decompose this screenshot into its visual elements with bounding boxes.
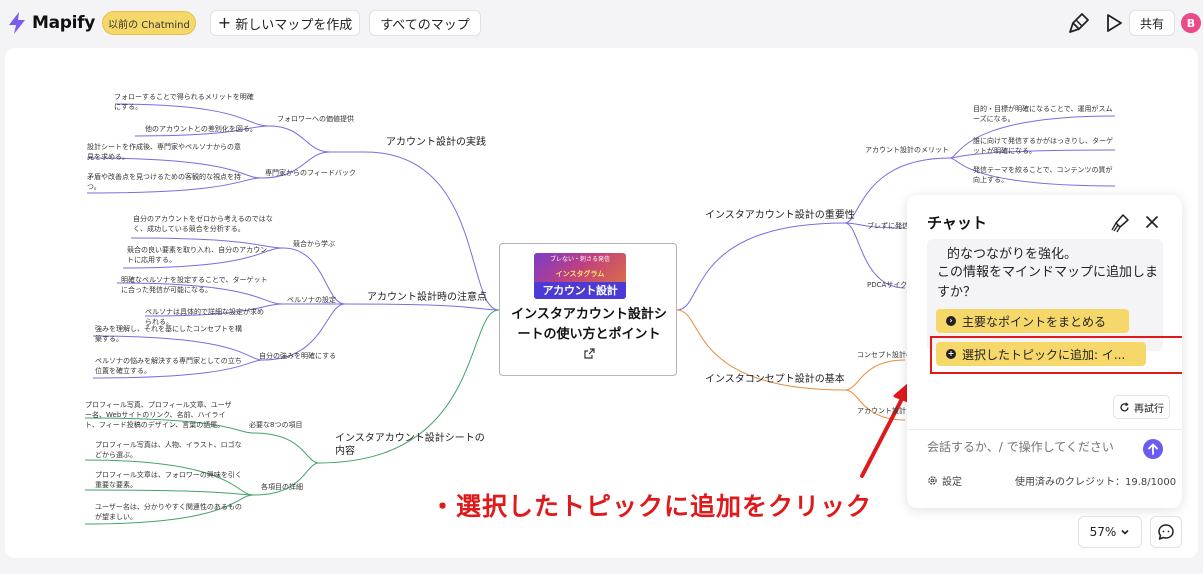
user-avatar[interactable]: B bbox=[1181, 13, 1201, 33]
top-bar: Mapify 以前の Chatmind + 新しいマップを作成 すべてのマップ … bbox=[0, 0, 1203, 46]
thumbnail-band-text: アカウント設計 bbox=[534, 282, 626, 299]
arrow-up-icon bbox=[1148, 443, 1158, 455]
topic-importance[interactable]: インスタアカウント設計の重要性 bbox=[705, 209, 855, 222]
credits-usage: 使用済みのクレジット：19.8/1000 bbox=[1015, 477, 1177, 488]
leaf-note[interactable]: 発信テーマを絞ることで、コンテンツの質が向上する。 bbox=[973, 165, 1113, 185]
summarize-points-button[interactable]: › 主要なポイントをまとめる bbox=[936, 309, 1129, 333]
app-name: Mapify bbox=[32, 13, 96, 33]
settings-link[interactable]: 設定 bbox=[927, 473, 962, 488]
chat-toggle-button[interactable] bbox=[1150, 516, 1182, 548]
share-button[interactable]: 共有 bbox=[1129, 10, 1175, 36]
all-maps-button[interactable]: すべてのマップ bbox=[369, 10, 481, 36]
thumbnail-mid-text: インスタグラム bbox=[555, 270, 605, 278]
subtopic-persona-setting[interactable]: ペルソナの設定 bbox=[287, 295, 347, 305]
central-topic-thumbnail: ブレない・刺さる発信 インスタグラム アカウント設計 bbox=[534, 253, 626, 299]
topic-design-cautions[interactable]: アカウント設計時の注意点 bbox=[367, 291, 517, 304]
topic-concept-basics[interactable]: インスタコンセプト設計の基本 bbox=[705, 373, 855, 386]
leaf-note[interactable]: 設計シートを作成後、専門家やペルソナからの意見を求める。 bbox=[87, 142, 242, 162]
plus-icon: + bbox=[217, 13, 232, 32]
new-map-label: 新しいマップを作成 bbox=[235, 17, 353, 33]
zoom-dropdown[interactable]: 57% bbox=[1078, 516, 1142, 548]
central-topic-title-text: インスタアカウント設計シートの使い方とポイント bbox=[511, 307, 667, 342]
leaf-note[interactable]: ユーザー名は、分かりやすく関連性のあるものが望ましい。 bbox=[95, 502, 245, 522]
retry-label: 再試行 bbox=[1134, 403, 1164, 415]
annotation-arrow bbox=[860, 382, 911, 478]
chat-message-bubble: 的なつながりを強化。 この情報をマインドマップに追加しますか？ bbox=[927, 239, 1163, 351]
thumbnail-top-text: ブレない・刺さる発信 bbox=[549, 256, 610, 263]
leaf-note[interactable]: プロフィール文章は、フォロワーの興味を引く重要な要素。 bbox=[95, 470, 245, 490]
leaf-note[interactable]: ペルソナの悩みを解決する専門家としての立ち位置を確立する。 bbox=[95, 356, 245, 376]
subtopic-consistent-posting[interactable]: ブレずに発信 bbox=[867, 221, 912, 231]
leaf-note[interactable]: 自分のアカウントをゼロから考えるのではなく、成功している競合を分析する。 bbox=[133, 214, 278, 234]
subtopic-learn-from-competitors[interactable]: 競合から学ぶ bbox=[293, 239, 353, 249]
subtopic-pdca[interactable]: PDCAサイクル bbox=[867, 280, 912, 290]
leaf-note[interactable]: 他のアカウントとの差別化を図る。 bbox=[145, 124, 275, 134]
leaf-note[interactable]: 矛盾や改善点を見つけるための客観的な視点を持つ。 bbox=[87, 172, 242, 192]
subtopic-own-strengths[interactable]: 自分の強みを明確にする bbox=[259, 351, 349, 361]
chat-message-text: この情報をマインドマップに追加しますか？ bbox=[937, 265, 1159, 300]
leaf-note[interactable]: 明確なペルソナを設定することで、ターゲットに合った発信が可能になる。 bbox=[121, 275, 271, 295]
gear-icon bbox=[928, 476, 937, 485]
zoom-level: 57% bbox=[1089, 525, 1117, 539]
chat-bubble-icon bbox=[1158, 524, 1174, 540]
highlight-frame bbox=[930, 336, 1182, 374]
lightning-logo-icon bbox=[9, 12, 25, 34]
chat-title: チャット bbox=[927, 214, 987, 232]
subtopic-item-details[interactable]: 各項目の詳細 bbox=[261, 482, 311, 492]
leaf-note[interactable]: 強みを理解し、それを基にしたコンセプトを構築する。 bbox=[95, 324, 245, 344]
subtopic-expert-feedback[interactable]: 専門家からのフィードバック bbox=[265, 168, 375, 178]
arrow-circle-icon: › bbox=[946, 316, 956, 326]
suggestion-label: 主要なポイントをまとめる bbox=[962, 314, 1107, 329]
leaf-note[interactable]: 誰に向けて発信するかがはっきりし、ターゲットが明確になる。 bbox=[973, 136, 1113, 156]
leaf-note[interactable]: フォローすることで得られるメリットを明確にする。 bbox=[114, 92, 254, 112]
subtopic-concept-design[interactable]: コンセプト設計の bbox=[857, 350, 909, 360]
central-topic-node[interactable]: ブレない・刺さる発信 インスタグラム アカウント設計 インスタアカウント設計シー… bbox=[499, 243, 677, 376]
divider bbox=[907, 429, 1182, 430]
subtopic-follower-value[interactable]: フォロワーへの価値提供 bbox=[277, 114, 387, 124]
old-chatmind-button[interactable]: 以前の Chatmind bbox=[102, 11, 196, 35]
refresh-icon bbox=[1120, 401, 1129, 411]
central-topic-title: インスタアカウント設計シートの使い方とポイント bbox=[510, 305, 668, 365]
retry-button[interactable]: 再試行 bbox=[1113, 395, 1170, 419]
leaf-note[interactable]: プロフィール写真、プロフィール文章、ユーザー名、Webサイトのリンク、名前、ハイ… bbox=[85, 400, 235, 430]
subtopic-account-design[interactable]: アカウント設計 bbox=[857, 406, 909, 416]
external-link-icon[interactable] bbox=[583, 348, 595, 359]
close-icon[interactable] bbox=[1144, 214, 1160, 230]
chevron-down-icon bbox=[1121, 529, 1129, 535]
play-icon[interactable] bbox=[1104, 12, 1124, 34]
chat-panel: チャット 的なつながりを強化。 この情報をマインドマップに追加しますか？ › 主… bbox=[907, 195, 1182, 508]
topic-sheet-content[interactable]: インスタアカウント設計シートの内容 bbox=[335, 432, 485, 458]
paint-brush-icon[interactable] bbox=[1068, 12, 1090, 34]
topic-account-practice[interactable]: アカウント設計の実践 bbox=[386, 136, 536, 149]
send-button[interactable] bbox=[1143, 439, 1163, 459]
chat-input[interactable] bbox=[927, 438, 1127, 456]
subtopic-eight-items[interactable]: 必要な8つの項目 bbox=[249, 420, 319, 430]
annotation-caption: ・選択したトピックに追加をクリック bbox=[430, 492, 873, 521]
leaf-note[interactable]: 目的・目標が明確になることで、運用がスムーズになる。 bbox=[973, 104, 1113, 124]
new-map-button[interactable]: + 新しいマップを作成 bbox=[210, 10, 360, 36]
leaf-note[interactable]: 競合の良い要素を取り入れ、自分のアカウントに応用する。 bbox=[127, 245, 272, 265]
chat-previous-line: 的なつながりを強化。 bbox=[947, 247, 1078, 262]
subtopic-design-merits[interactable]: アカウント設計のメリット bbox=[865, 145, 955, 155]
settings-label: 設定 bbox=[942, 477, 962, 488]
app-root: Mapify 以前の Chatmind + 新しいマップを作成 すべてのマップ … bbox=[0, 0, 1203, 574]
leaf-note[interactable]: プロフィール写真は、人物、イラスト、ロゴなどから選ぶ。 bbox=[95, 440, 245, 460]
mapify-logo[interactable]: Mapify bbox=[6, 10, 95, 36]
clear-chat-brush-icon[interactable] bbox=[1110, 213, 1130, 233]
